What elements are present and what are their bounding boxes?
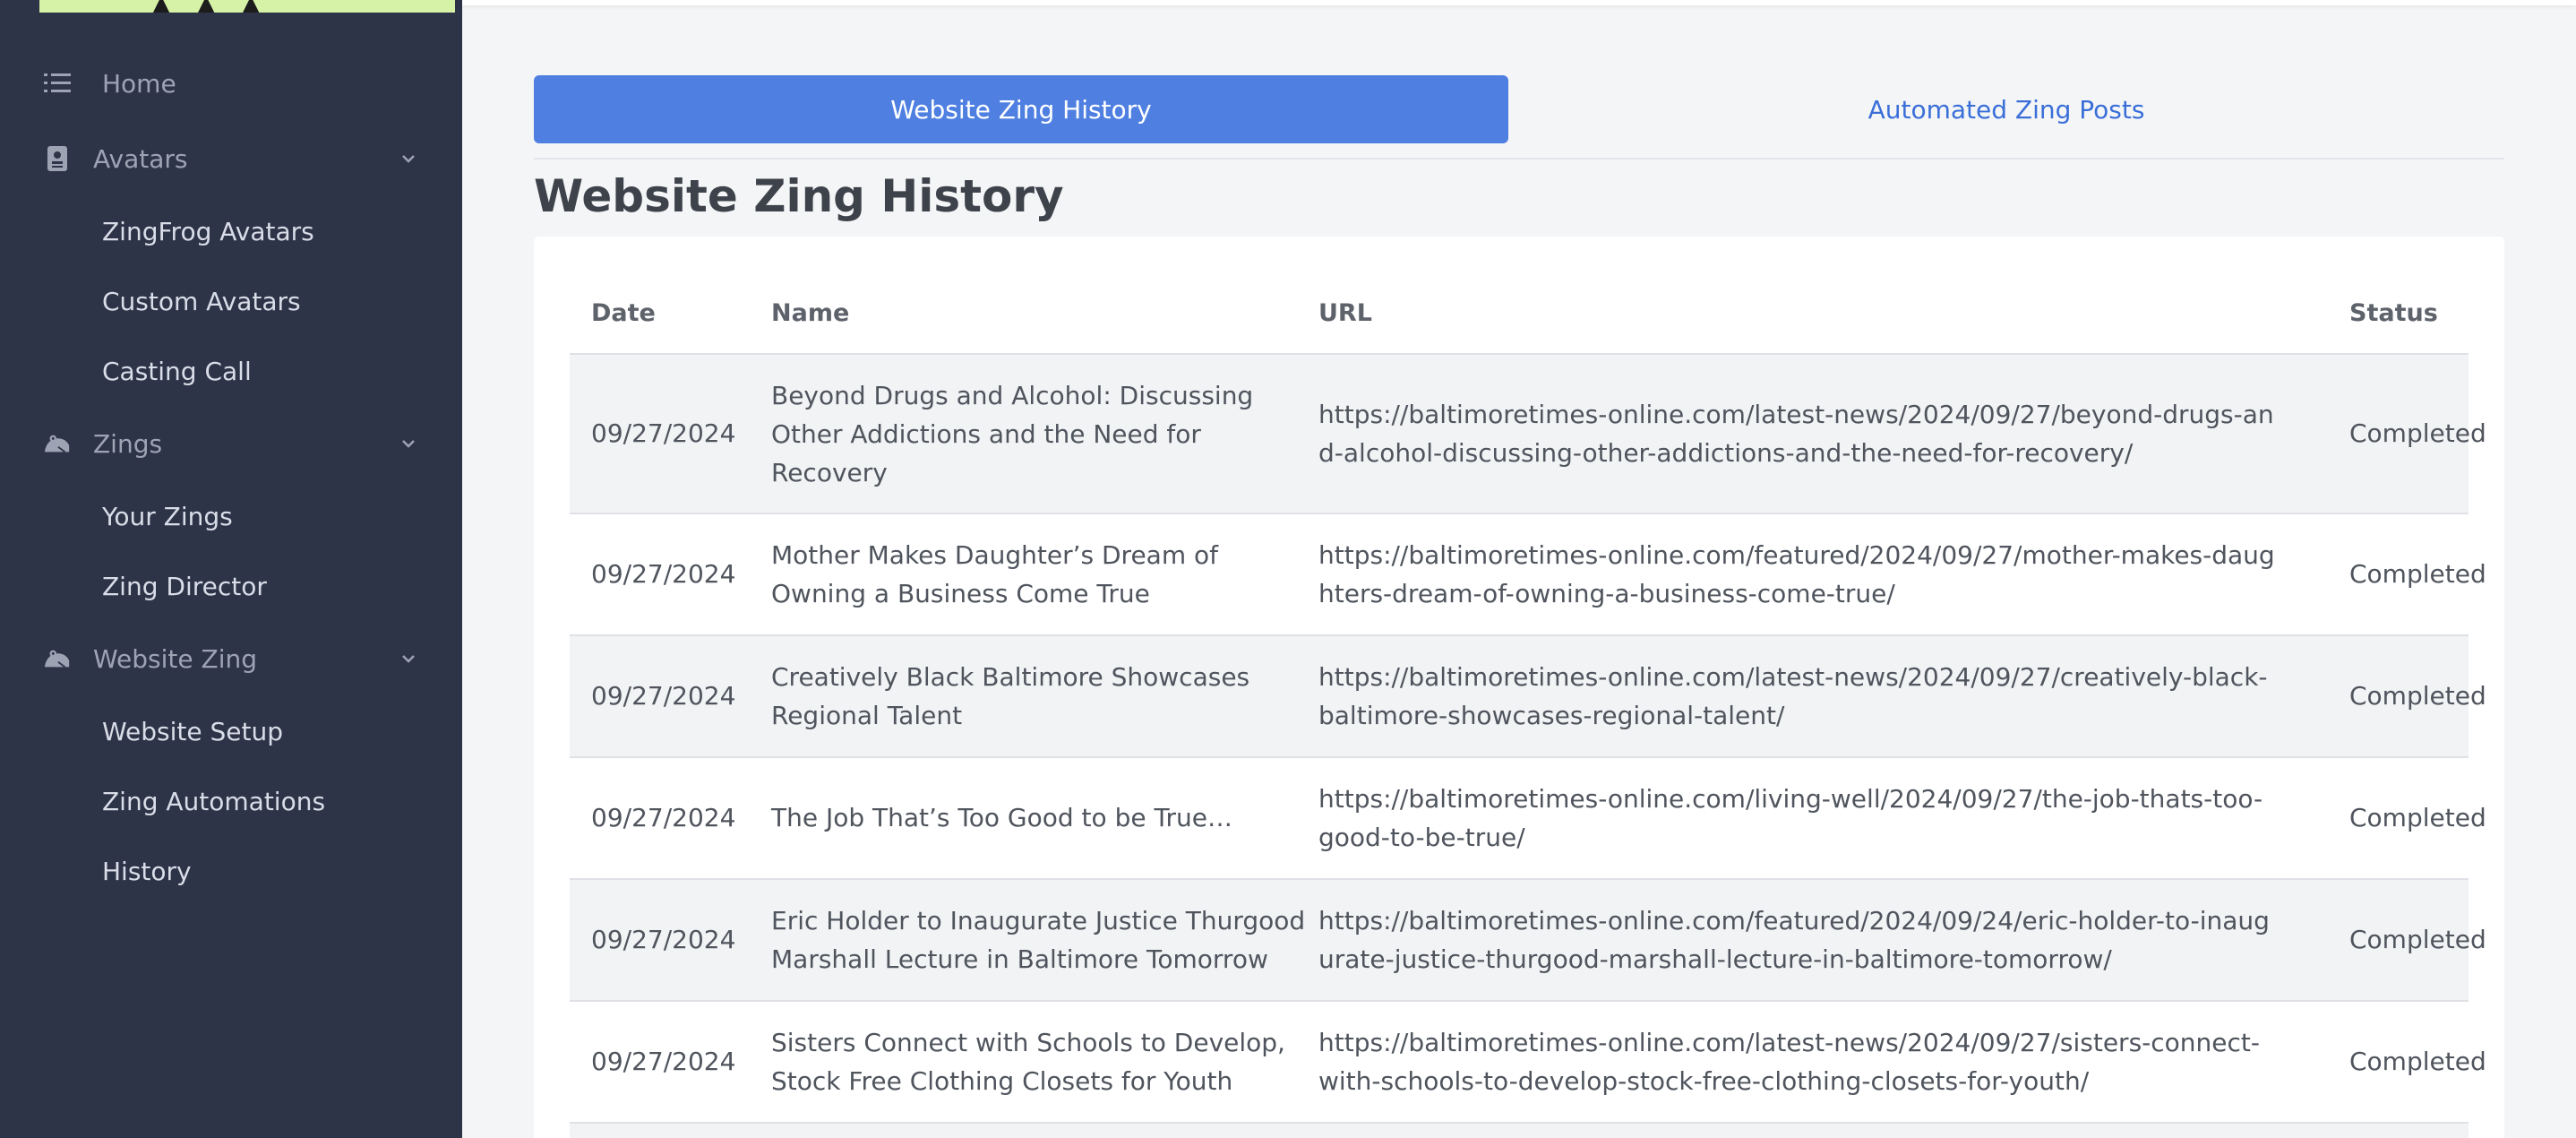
column-header-name[interactable]: Name [771, 299, 849, 327]
sidebar-item-label: Home [102, 68, 176, 99]
sidebar-item-avatars[interactable]: Avatars [0, 132, 462, 185]
sidebar-item-casting-call[interactable]: Casting Call [0, 344, 462, 398]
sidebar-item-label: Website Zing [93, 643, 257, 674]
column-header-date[interactable]: Date [591, 299, 656, 327]
sidebar-subitem-label: Custom Avatars [102, 286, 301, 316]
cell-status: Completed [2349, 559, 2486, 589]
tab-website-zing-history[interactable]: Website Zing History [534, 75, 1508, 143]
table-row[interactable]: 09/27/2024 The Job That’s Too Good to be… [570, 758, 2486, 880]
cell-date: 09/27/2024 [591, 925, 736, 954]
cell-name: Beyond Drugs and Alcohol: Discussing Oth… [771, 381, 1254, 487]
chevron-down-icon[interactable] [398, 148, 419, 169]
frog-icon [43, 429, 72, 458]
table-row[interactable]: 09/27/2024 Beyond Drugs and Alcohol: Dis… [570, 355, 2486, 514]
table-row[interactable]: 09/27/2024 Eric Holder to Inaugurate Jus… [570, 880, 2486, 1002]
table-row-partial [570, 1124, 2469, 1138]
sidebar-item-zing-director[interactable]: Zing Director [0, 559, 462, 613]
cell-url[interactable]: https://baltimoretimes-online.com/latest… [1318, 395, 2277, 472]
sidebar-subitem-label: ZingFrog Avatars [102, 216, 314, 246]
sidebar-subitem-label: Your Zings [102, 501, 233, 531]
sidebar-item-zing-automations[interactable]: Zing Automations [0, 774, 462, 828]
sidebar: ▴▴▴ Home Avatars [0, 0, 462, 1138]
cell-date: 09/27/2024 [591, 1047, 736, 1076]
chevron-down-icon[interactable] [398, 648, 419, 669]
sidebar-item-history[interactable]: History [0, 844, 462, 898]
cell-url[interactable]: https://baltimoretimes-online.com/latest… [1318, 1023, 2277, 1100]
cell-date: 09/27/2024 [591, 681, 736, 711]
cell-name: Mother Makes Daughter’s Dream of Owning … [771, 540, 1218, 608]
table-row[interactable]: 09/27/2024 Mother Makes Daughter’s Dream… [570, 514, 2486, 636]
sidebar-item-label: Avatars [93, 143, 188, 174]
cell-name: Sisters Connect with Schools to Develop,… [771, 1028, 1285, 1096]
cell-status: Completed [2349, 925, 2486, 954]
column-header-url[interactable]: URL [1318, 299, 1372, 327]
cell-date: 09/27/2024 [591, 418, 736, 448]
id-badge-icon [43, 144, 72, 173]
history-table: Date Name URL Status 09/27/2024 Beyond D… [570, 272, 2486, 1138]
chevron-down-icon[interactable] [398, 433, 419, 454]
cell-date: 09/27/2024 [591, 803, 736, 832]
table-row[interactable]: 09/27/2024 Sisters Connect with Schools … [570, 1002, 2486, 1124]
cell-name: The Job That’s Too Good to be True… [771, 803, 1232, 832]
page-title: Website Zing History [534, 170, 1064, 222]
cell-url[interactable]: https://baltimoretimes-online.com/featur… [1318, 901, 2277, 979]
sidebar-item-website-zing[interactable]: Website Zing [0, 632, 462, 685]
sidebar-subitem-label: History [102, 856, 192, 886]
table-row[interactable]: 09/27/2024 Creatively Black Baltimore Sh… [570, 636, 2486, 758]
cell-url[interactable]: https://baltimoretimes-online.com/living… [1318, 780, 2277, 857]
sidebar-item-custom-avatars[interactable]: Custom Avatars [0, 274, 462, 328]
cell-status: Completed [2349, 803, 2486, 832]
sidebar-item-website-setup[interactable]: Website Setup [0, 704, 462, 758]
sidebar-item-label: Zings [93, 428, 163, 459]
history-table-card: Date Name URL Status 09/27/2024 Beyond D… [534, 237, 2504, 1138]
cell-date: 09/27/2024 [591, 559, 736, 589]
sidebar-subitem-label: Zing Automations [102, 786, 326, 816]
list-icon [43, 69, 72, 98]
sidebar-item-home[interactable]: Home [0, 56, 462, 110]
table-header: Date Name URL Status [570, 272, 2469, 355]
sidebar-subitem-label: Zing Director [102, 571, 267, 601]
logo[interactable]: ▴▴▴ [39, 0, 455, 13]
cell-name: Creatively Black Baltimore Showcases Reg… [771, 662, 1250, 730]
frog-icon [43, 644, 72, 673]
sidebar-subitem-label: Casting Call [102, 356, 252, 386]
cell-status: Completed [2349, 681, 2486, 711]
cell-name: Eric Holder to Inaugurate Justice Thurgo… [771, 906, 1306, 974]
cell-url[interactable]: https://baltimoretimes-online.com/latest… [1318, 658, 2277, 735]
sidebar-subitem-label: Website Setup [102, 716, 284, 746]
sidebar-item-your-zings[interactable]: Your Zings [0, 489, 462, 543]
column-header-status[interactable]: Status [2349, 299, 2438, 327]
tab-automated-zing-posts[interactable]: Automated Zing Posts [1508, 75, 2504, 143]
sidebar-item-zings[interactable]: Zings [0, 417, 462, 470]
sidebar-item-zingfrog-avatars[interactable]: ZingFrog Avatars [0, 204, 462, 258]
cell-url[interactable]: https://baltimoretimes-online.com/featur… [1318, 536, 2277, 613]
cell-status: Completed [2349, 1047, 2486, 1076]
logo-glyphs: ▴▴▴ [152, 0, 287, 13]
top-header-bar [462, 0, 2576, 5]
tab-bar: Website Zing History Automated Zing Post… [534, 75, 2504, 159]
cell-status: Completed [2349, 418, 2486, 448]
